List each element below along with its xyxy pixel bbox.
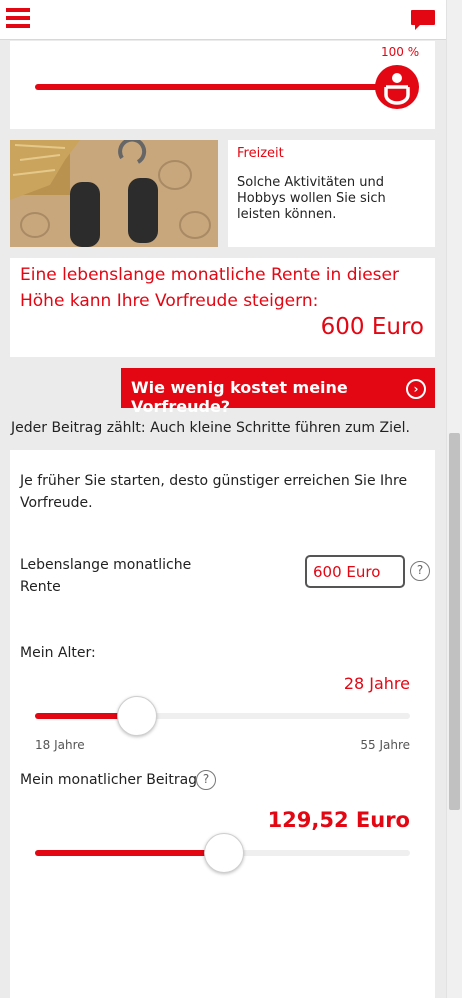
- contribution-label: Mein monatlicher Beitrag:: [20, 772, 202, 788]
- rente-amount: 600 Euro: [320, 314, 424, 340]
- chat-icon[interactable]: [410, 9, 436, 31]
- tagline: Jeder Beitrag zählt: Auch kleine Schritt…: [11, 420, 410, 436]
- contribution-value: 129,52 Euro: [267, 808, 410, 832]
- activity-description: Solche Aktivitäten und Hobbys wollen Sie…: [237, 175, 386, 222]
- age-label: Mein Alter:: [20, 645, 96, 661]
- help-icon[interactable]: ?: [410, 561, 430, 581]
- savings-slider-fill: [35, 84, 405, 90]
- activity-category: Freizeit: [237, 146, 284, 161]
- rente-field-label: Lebenslange monatliche Rente: [20, 557, 192, 595]
- age-min-label: 18 Jahre: [35, 738, 85, 752]
- age-slider-thumb[interactable]: [117, 696, 157, 736]
- calculator-intro: Je früher Sie starten, desto günstiger e…: [20, 473, 408, 511]
- percent-label: 100 %: [381, 45, 420, 59]
- savings-slider-thumb[interactable]: [375, 65, 419, 109]
- leisure-photo: [10, 140, 218, 247]
- help-icon[interactable]: ?: [196, 770, 216, 790]
- cost-cta-button[interactable]: Wie wenig kostet meine Vorfreude? ›: [121, 368, 435, 416]
- rente-text: Eine lebenslange monatliche Rente in die…: [20, 265, 399, 311]
- contribution-slider-thumb[interactable]: [204, 833, 244, 873]
- calculator-card: [10, 450, 435, 998]
- top-bar: [0, 0, 446, 40]
- arrow-right-icon: ›: [406, 379, 426, 399]
- hamburger-icon[interactable]: [6, 8, 30, 32]
- scrollbar-thumb[interactable]: [449, 433, 460, 810]
- cta-label: Wie wenig kostet meine Vorfreude?: [131, 378, 348, 416]
- rente-input[interactable]: [305, 555, 405, 588]
- sparkasse-logo-icon: [384, 73, 410, 105]
- age-value: 28 Jahre: [343, 674, 410, 693]
- age-max-label: 55 Jahre: [360, 738, 410, 752]
- contribution-slider-fill: [35, 850, 224, 856]
